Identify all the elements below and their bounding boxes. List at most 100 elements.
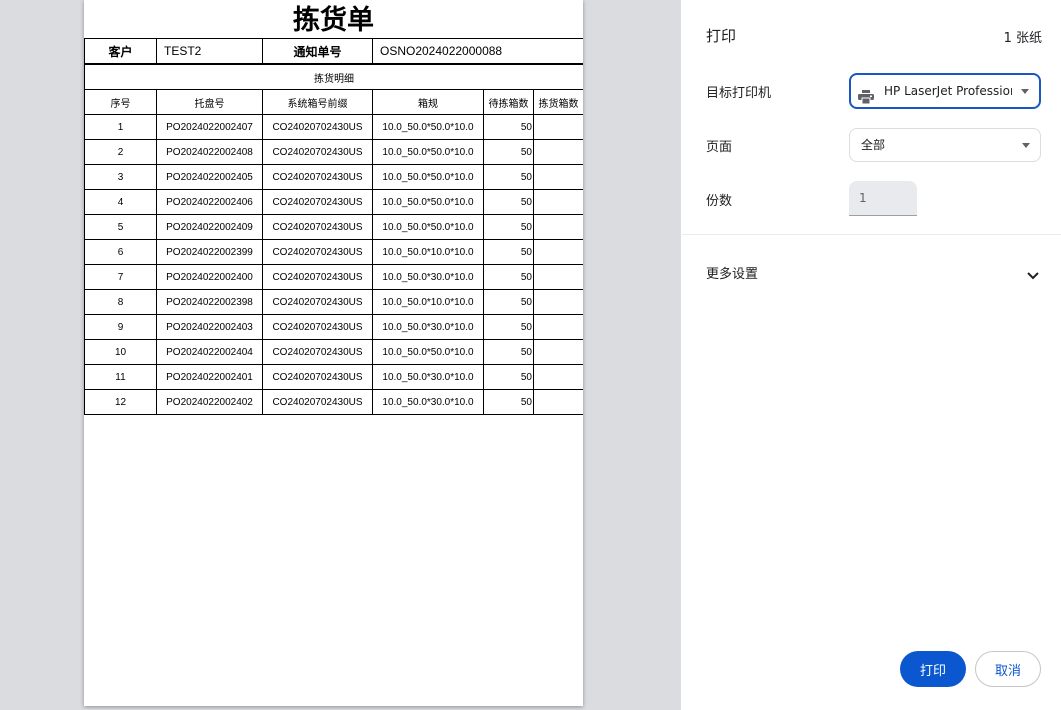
picked-box-count <box>532 214 583 240</box>
section-title: 拣货明细 <box>84 64 583 90</box>
notice-number-value: OSNO2024022000088 <box>372 38 583 64</box>
box-prefix: CO24020702430US <box>262 289 373 315</box>
column-header: 托盘号 <box>156 89 263 115</box>
pallet-number: PO2024022002407 <box>156 114 263 140</box>
copies-input[interactable]: 1 <box>849 181 917 216</box>
pending-box-count: 50 <box>483 389 534 415</box>
box-prefix: CO24020702430US <box>262 389 373 415</box>
pallet-number: PO2024022002398 <box>156 289 263 315</box>
picked-box-count <box>532 389 583 415</box>
row-index: 1 <box>84 114 157 140</box>
pallet-number: PO2024022002406 <box>156 189 263 215</box>
pallet-number: PO2024022002408 <box>156 139 263 165</box>
pending-box-count: 50 <box>483 364 534 390</box>
row-index: 6 <box>84 239 157 265</box>
pallet-number: PO2024022002402 <box>156 389 263 415</box>
table-row: 8 PO2024022002398 CO24020702430US 10.0_5… <box>84 289 583 315</box>
customer-value: TEST2 <box>156 38 263 64</box>
customer-info-table: 客户 TEST2 通知单号 OSNO2024022000088 <box>84 38 583 64</box>
preview-page: 拣货单 客户 TEST2 通知单号 OSNO2024022000088 拣货明细 <box>84 0 583 706</box>
copies-label: 份数 <box>706 194 733 209</box>
box-spec: 10.0_50.0*30.0*10.0 <box>372 264 484 290</box>
column-header: 系统箱号前缀 <box>262 89 373 115</box>
pending-box-count: 50 <box>483 214 534 240</box>
box-prefix: CO24020702430US <box>262 114 373 140</box>
row-index: 5 <box>84 214 157 240</box>
table-row: 9 PO2024022002403 CO24020702430US 10.0_5… <box>84 314 583 340</box>
picking-details-table: 拣货明细 序号 托盘号 系统箱号前缀 箱规 待拣箱数 拣货箱数 1 PO2024… <box>84 64 583 415</box>
box-prefix: CO24020702430US <box>262 339 373 365</box>
picked-box-count <box>532 364 583 390</box>
cancel-button[interactable]: 取消 <box>975 651 1041 687</box>
box-prefix: CO24020702430US <box>262 314 373 340</box>
more-settings-toggle[interactable]: 更多设置 <box>682 248 1061 292</box>
destination-value: HP LaserJet Professional <box>884 84 1012 98</box>
picked-box-count <box>532 189 583 215</box>
table-row: 12 PO2024022002402 CO24020702430US 10.0_… <box>84 389 583 415</box>
sheet-count: 1 张纸 <box>1003 31 1042 46</box>
row-index: 3 <box>84 164 157 190</box>
row-index: 11 <box>84 364 157 390</box>
pallet-number: PO2024022002404 <box>156 339 263 365</box>
box-prefix: CO24020702430US <box>262 214 373 240</box>
printer-icon <box>858 84 874 105</box>
row-index: 8 <box>84 289 157 315</box>
pending-box-count: 50 <box>483 114 534 140</box>
pending-box-count: 50 <box>483 189 534 215</box>
picked-box-count <box>532 314 583 340</box>
picked-box-count <box>532 114 583 140</box>
column-header: 待拣箱数 <box>483 89 534 115</box>
table-row: 7 PO2024022002400 CO24020702430US 10.0_5… <box>84 264 583 290</box>
column-header: 序号 <box>84 89 157 115</box>
box-spec: 10.0_50.0*50.0*10.0 <box>372 339 484 365</box>
table-row: 3 PO2024022002405 CO24020702430US 10.0_5… <box>84 164 583 190</box>
table-row: 10 PO2024022002404 CO24020702430US 10.0_… <box>84 339 583 365</box>
box-prefix: CO24020702430US <box>262 364 373 390</box>
box-spec: 10.0_50.0*30.0*10.0 <box>372 314 484 340</box>
picked-box-count <box>532 164 583 190</box>
row-index: 4 <box>84 189 157 215</box>
print-button[interactable]: 打印 <box>900 651 966 687</box>
print-preview-pane: 拣货单 客户 TEST2 通知单号 OSNO2024022000088 拣货明细 <box>0 0 681 710</box>
destination-label: 目标打印机 <box>706 86 772 101</box>
section-title-row: 拣货明细 <box>84 64 583 90</box>
divider <box>682 234 1061 235</box>
pages-label: 页面 <box>706 140 733 155</box>
table-row: 6 PO2024022002399 CO24020702430US 10.0_5… <box>84 239 583 265</box>
print-dialog-title: 打印 <box>706 27 737 45</box>
customer-label: 客户 <box>84 38 157 64</box>
table-row: 5 PO2024022002409 CO24020702430US 10.0_5… <box>84 214 583 240</box>
table-row: 4 PO2024022002406 CO24020702430US 10.0_5… <box>84 189 583 215</box>
picked-box-count <box>532 264 583 290</box>
box-prefix: CO24020702430US <box>262 264 373 290</box>
pallet-number: PO2024022002399 <box>156 239 263 265</box>
box-prefix: CO24020702430US <box>262 164 373 190</box>
picked-box-count <box>532 339 583 365</box>
box-prefix: CO24020702430US <box>262 239 373 265</box>
pending-box-count: 50 <box>483 339 534 365</box>
more-settings-label: 更多设置 <box>706 267 759 282</box>
pages-value: 全部 <box>861 138 886 152</box>
picked-box-count <box>532 289 583 315</box>
box-spec: 10.0_50.0*50.0*10.0 <box>372 164 484 190</box>
row-index: 10 <box>84 339 157 365</box>
pending-box-count: 50 <box>483 239 534 265</box>
box-spec: 10.0_50.0*30.0*10.0 <box>372 389 484 415</box>
pallet-number: PO2024022002409 <box>156 214 263 240</box>
box-spec: 10.0_50.0*50.0*10.0 <box>372 114 484 140</box>
notice-number-label: 通知单号 <box>262 38 373 64</box>
table-row: 2 PO2024022002408 CO24020702430US 10.0_5… <box>84 139 583 165</box>
pallet-number: PO2024022002401 <box>156 364 263 390</box>
row-index: 7 <box>84 264 157 290</box>
document-title: 拣货单 <box>293 5 374 36</box>
pallet-number: PO2024022002405 <box>156 164 263 190</box>
caret-down-icon <box>1022 143 1030 148</box>
customer-info-row: 客户 TEST2 通知单号 OSNO2024022000088 <box>84 38 583 64</box>
pages-select[interactable]: 全部 <box>849 128 1041 162</box>
box-spec: 10.0_50.0*30.0*10.0 <box>372 364 484 390</box>
pending-box-count: 50 <box>483 314 534 340</box>
destination-printer-select[interactable]: HP LaserJet Professional <box>849 73 1041 109</box>
pending-box-count: 50 <box>483 139 534 165</box>
print-settings-panel: 打印 1 张纸 目标打印机 HP LaserJet Professional 页… <box>682 0 1061 710</box>
box-spec: 10.0_50.0*50.0*10.0 <box>372 139 484 165</box>
